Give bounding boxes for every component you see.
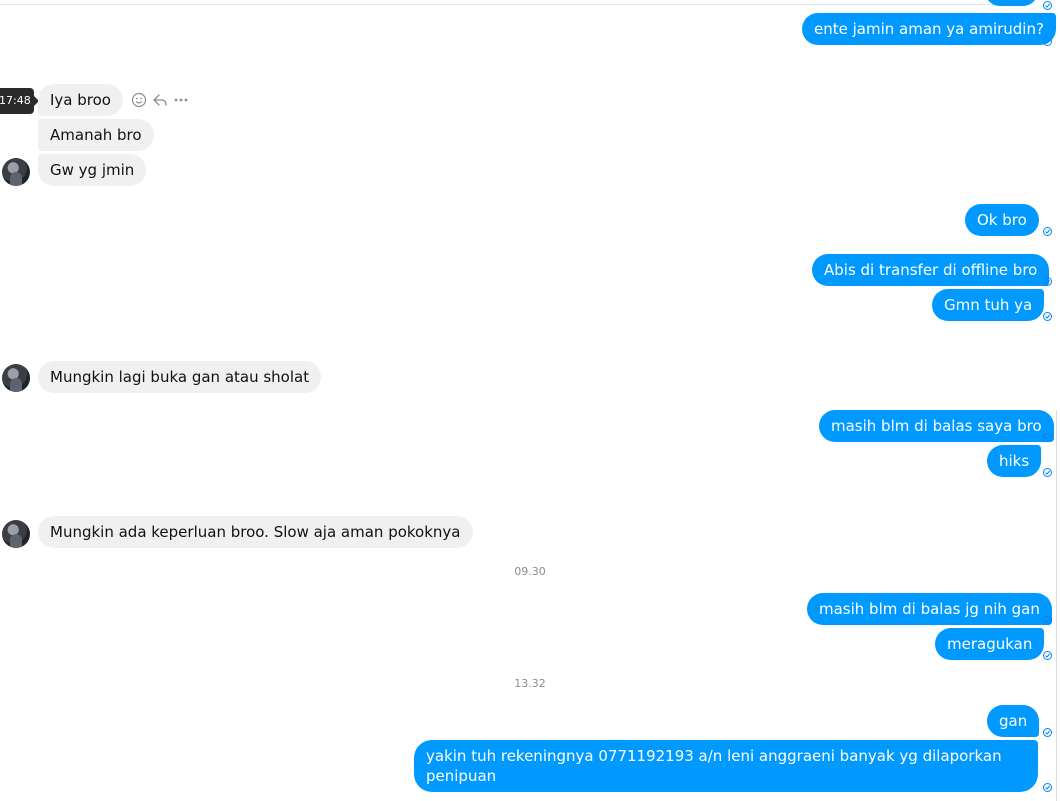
sent-check-icon: [1043, 728, 1052, 737]
sent-check-icon: [1043, 433, 1052, 442]
divider: [0, 4, 1020, 5]
message-bubble-incoming[interactable]: Iya broo: [38, 84, 123, 116]
avatar[interactable]: [2, 364, 30, 392]
message-bubble-incoming[interactable]: Gw yg jmin: [38, 154, 147, 186]
message-bubble-outgoing[interactable]: Ok bro: [965, 204, 1039, 236]
message-text: Mungkin lagi buka gan atau sholat: [50, 368, 310, 386]
message-text: meragukan: [947, 635, 1033, 653]
message-text: Gmn tuh ya: [944, 296, 1033, 314]
message-bubble-incoming[interactable]: Mungkin ada keperluan broo. Slow aja ama…: [38, 516, 473, 548]
conversation-timestamp: 09.30: [514, 565, 546, 578]
message-text: Gw yg jmin: [50, 161, 135, 179]
message-text: Amanah bro: [50, 126, 142, 144]
message-bubble-incoming[interactable]: Amanah bro: [38, 119, 154, 151]
avatar-figure: [10, 378, 22, 392]
message-bubble-outgoing[interactable]: ente jamin aman ya amirudin?: [802, 13, 1056, 45]
avatar[interactable]: [2, 158, 30, 186]
message-text: gan: [999, 712, 1028, 730]
sent-check-icon: [1043, 37, 1052, 46]
message-text: Ok bro: [977, 211, 1027, 229]
sent-check-icon: [1043, 651, 1052, 660]
avatar[interactable]: [2, 520, 30, 548]
avatar-figure: [10, 172, 22, 186]
time-tooltip: 17:48: [0, 88, 34, 114]
reply-arrow-icon[interactable]: [151, 91, 169, 109]
message-bubble-incoming[interactable]: Mungkin lagi buka gan atau sholat: [38, 361, 322, 393]
message-bubble-outgoing[interactable]: meragukan: [935, 628, 1045, 660]
message-text: masih blm di balas jg nih gan: [819, 600, 1040, 618]
chat-thread: ente jamin aman ya amirudin? 17:48 Iya b…: [0, 0, 1060, 801]
conversation-timestamp: 13.32: [514, 677, 546, 690]
sent-check-icon: [1043, 277, 1052, 286]
message-bubble-outgoing[interactable]: masih blm di balas jg nih gan: [807, 593, 1052, 625]
message-bubble-outgoing[interactable]: masih blm di balas saya bro: [819, 410, 1054, 442]
message-bubble-outgoing[interactable]: hiks: [987, 445, 1042, 477]
message-text: ente jamin aman ya amirudin?: [814, 20, 1044, 38]
message-text: hiks: [999, 452, 1030, 470]
message-text: Abis di transfer di offline bro: [824, 261, 1038, 279]
sent-check-icon: [1043, 468, 1052, 477]
avatar-figure: [10, 534, 22, 548]
message-text: Iya broo: [50, 91, 111, 109]
sent-check-icon: [1043, 227, 1052, 236]
sent-check-icon: [1043, 312, 1052, 321]
message-bubble-outgoing[interactable]: yakin tuh rekeningnya 0771192193 a/n len…: [414, 740, 1038, 792]
tooltip-time: 17:48: [0, 94, 31, 107]
message-bubble-partial[interactable]: [985, 0, 1038, 6]
more-dots-icon[interactable]: [172, 91, 190, 109]
sent-check-icon: [1043, 783, 1052, 792]
message-text: Mungkin ada keperluan broo. Slow aja ama…: [50, 523, 461, 541]
message-text: yakin tuh rekeningnya 0771192193 a/n len…: [426, 747, 1002, 785]
scrollbar-track[interactable]: [1056, 410, 1057, 801]
smiley-icon[interactable]: [130, 91, 148, 109]
sent-check-icon: [1043, 1, 1052, 10]
message-text: masih blm di balas saya bro: [831, 417, 1042, 435]
sent-check-icon: [1043, 616, 1052, 625]
message-bubble-outgoing[interactable]: gan: [987, 705, 1040, 737]
message-bubble-outgoing[interactable]: Gmn tuh ya: [932, 289, 1045, 321]
message-bubble-outgoing[interactable]: Abis di transfer di offline bro: [812, 254, 1050, 286]
